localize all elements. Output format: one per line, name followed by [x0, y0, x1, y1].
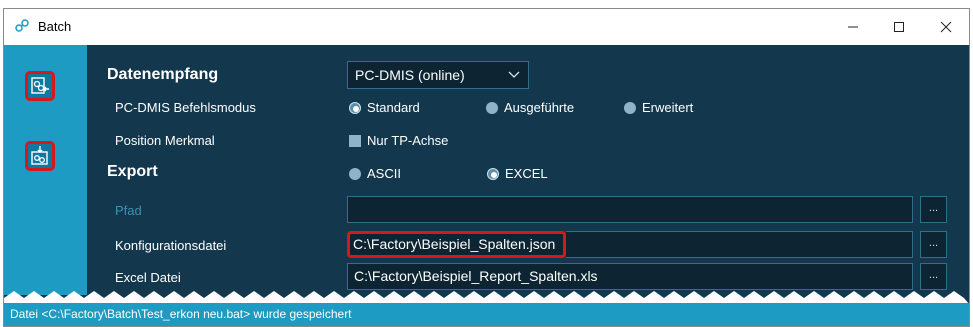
source-dropdown[interactable]: PC-DMIS (online) — [347, 61, 529, 89]
gear-link-icon — [15, 19, 29, 32]
radio-selected-icon — [487, 167, 499, 180]
konfig-value: C:\Factory\Beispiel_Spalten.json — [353, 236, 556, 252]
status-text: Datei <C:\Factory\Batch\Test_erkon neu.b… — [10, 307, 352, 321]
datenempfang-heading: Datenempfang — [107, 66, 219, 83]
excel-value: C:\Factory\Beispiel_Report_Spalten.xls — [354, 268, 598, 284]
batch-window: Batch Datenempfang PC-DMIS (online) PC-D… — [3, 8, 970, 327]
excel-label: Excel Datei — [115, 270, 181, 285]
mode-erweitert-radio[interactable]: Erweitert — [624, 100, 693, 115]
excel-input[interactable]: C:\Factory\Beispiel_Report_Spalten.xls — [347, 263, 913, 290]
close-icon — [940, 21, 952, 33]
window-title: Batch — [38, 19, 72, 34]
maximize-icon — [894, 22, 904, 32]
chevron-down-icon — [508, 71, 520, 78]
position-label: Position Merkmal — [115, 133, 215, 148]
source-value: PC-DMIS (online) — [355, 67, 465, 83]
maximize-button[interactable] — [876, 9, 922, 45]
receive-config-button[interactable] — [25, 71, 55, 101]
export-config-button[interactable] — [25, 141, 55, 171]
pfad-label: Pfad — [115, 203, 142, 218]
mode-standard-label: Standard — [367, 100, 420, 115]
gear-out-icon — [31, 146, 48, 165]
konfig-input-extension[interactable] — [566, 231, 913, 258]
pfad-browse-button[interactable]: ... — [920, 196, 947, 223]
minimize-icon — [848, 26, 858, 28]
konfig-browse-button[interactable]: ... — [920, 231, 947, 258]
pfad-input[interactable] — [347, 196, 913, 223]
mode-erweitert-label: Erweitert — [642, 100, 694, 115]
format-ascii-radio[interactable]: ASCII — [349, 166, 401, 181]
title-bar: Batch — [4, 9, 969, 45]
status-bar: Datei <C:\Factory\Batch\Test_erkon neu.b… — [4, 303, 969, 326]
left-rail — [4, 45, 87, 295]
excel-browse-button[interactable]: ... — [920, 263, 947, 290]
konfig-label: Konfigurationsdatei — [115, 238, 227, 253]
konfig-input[interactable]: C:\Factory\Beispiel_Spalten.json — [347, 231, 566, 258]
settings-panel: Datenempfang PC-DMIS (online) PC-DMIS Be… — [87, 45, 969, 295]
format-ascii-label: ASCII — [367, 166, 401, 181]
export-heading: Export — [107, 163, 158, 180]
torn-edge-divider — [4, 291, 969, 304]
top-strip — [0, 0, 973, 8]
gear-in-icon — [31, 77, 49, 94]
radio-icon — [486, 101, 498, 114]
mode-standard-radio[interactable]: Standard — [349, 100, 420, 115]
radio-selected-icon — [349, 101, 361, 114]
close-button[interactable] — [923, 9, 969, 45]
befehlsmodus-label: PC-DMIS Befehlsmodus — [115, 100, 256, 115]
format-excel-label: EXCEL — [505, 166, 548, 181]
radio-icon — [624, 101, 636, 114]
checkbox-icon — [349, 134, 361, 147]
radio-icon — [349, 167, 361, 180]
nur-tp-label: Nur TP-Achse — [367, 133, 449, 148]
mode-ausgefuehrte-label: Ausgeführte — [504, 100, 575, 115]
nur-tp-checkbox[interactable]: Nur TP-Achse — [349, 133, 448, 148]
minimize-button[interactable] — [830, 9, 876, 45]
format-excel-radio[interactable]: EXCEL — [487, 166, 548, 181]
mode-ausgefuehrte-radio[interactable]: Ausgeführte — [486, 100, 574, 115]
